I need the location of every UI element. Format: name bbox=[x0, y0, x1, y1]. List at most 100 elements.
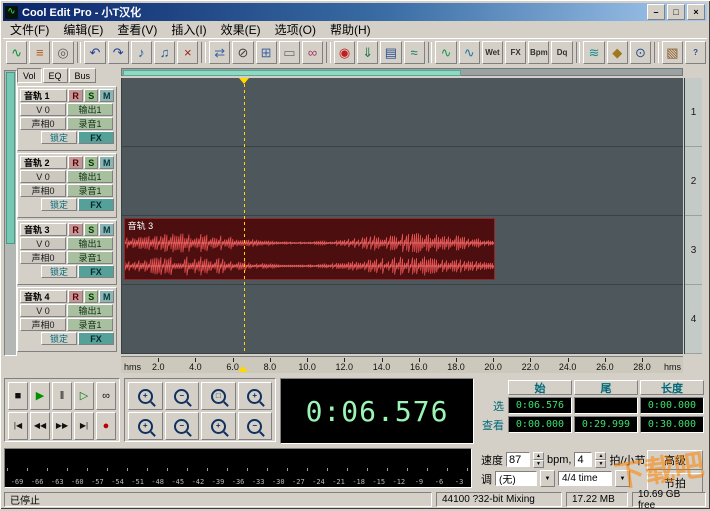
key-select[interactable]: (无) bbox=[495, 471, 537, 486]
go-to-start-button[interactable]: |◀ bbox=[8, 412, 28, 440]
pan-envelope-button[interactable]: ∿ bbox=[458, 40, 480, 64]
tab-vol[interactable]: Vol bbox=[17, 68, 42, 83]
fx-rack-button[interactable]: FX bbox=[505, 40, 527, 64]
horizontal-range-handle[interactable] bbox=[123, 70, 461, 76]
zoom-out-horizontal-button[interactable]: − bbox=[164, 382, 199, 410]
zoom-in-vertical-button[interactable]: + bbox=[237, 382, 272, 410]
tempo-up-button[interactable]: ▲ bbox=[533, 452, 544, 460]
beats-down-button[interactable]: ▼ bbox=[595, 460, 607, 468]
track-fx-button[interactable]: FX bbox=[78, 198, 114, 211]
solo-button[interactable]: S bbox=[83, 290, 99, 303]
punch-in-button[interactable]: ◉ bbox=[333, 40, 356, 64]
beats-per-bar-input[interactable]: 4 bbox=[574, 452, 593, 467]
rewind-button[interactable]: ◀◀ bbox=[30, 412, 50, 440]
mute-button[interactable]: M bbox=[99, 223, 114, 236]
track-lock-button[interactable]: 锁定 bbox=[41, 131, 77, 144]
record-arm-button[interactable]: R bbox=[68, 89, 83, 102]
track-name-button[interactable]: 音轨 1 bbox=[20, 89, 68, 102]
help-button[interactable]: ? bbox=[684, 40, 707, 64]
menu-item-4[interactable]: 插入(I) bbox=[164, 20, 213, 39]
zoom-to-selection-button[interactable]: + bbox=[128, 412, 163, 440]
block-properties-button[interactable]: ▭ bbox=[278, 40, 300, 64]
menu-item-2[interactable]: 编辑(E) bbox=[56, 20, 110, 39]
zoom-out-vertical-button[interactable]: − bbox=[237, 412, 272, 440]
track-record-device-button[interactable]: 录音1 bbox=[67, 117, 113, 130]
session-clock-button[interactable]: ⊙ bbox=[629, 40, 652, 64]
track-pan-button[interactable]: 声相0 bbox=[20, 318, 66, 331]
volume-envelope-button[interactable]: ∿ bbox=[435, 40, 457, 64]
zoom-selection-left-button[interactable]: − bbox=[164, 412, 199, 440]
menu-item-6[interactable]: 选项(O) bbox=[268, 20, 323, 39]
track-volume-button[interactable]: V 0 bbox=[20, 304, 66, 317]
track-name-button[interactable]: 音轨 3 bbox=[20, 223, 68, 236]
cd-project-view-button[interactable]: ◎ bbox=[52, 40, 74, 64]
convert-sample-type-button[interactable]: ⇄ bbox=[209, 40, 231, 64]
track-volume-button[interactable]: V 0 bbox=[20, 103, 66, 116]
mute-button[interactable]: M bbox=[99, 89, 114, 102]
audio-clip[interactable]: 音轨 3 bbox=[123, 218, 496, 280]
minimize-button[interactable]: – bbox=[647, 4, 665, 20]
undo-button[interactable]: ↶ bbox=[84, 40, 106, 64]
tempo-down-button[interactable]: ▼ bbox=[533, 460, 544, 468]
advanced-button[interactable]: 高级 bbox=[647, 450, 703, 470]
go-to-end-button[interactable]: ▶| bbox=[74, 412, 94, 440]
fast-forward-button[interactable]: ▶▶ bbox=[52, 412, 72, 440]
menu-item-7[interactable]: 帮助(H) bbox=[323, 20, 378, 39]
tab-bus[interactable]: Bus bbox=[68, 68, 97, 83]
mix-down-button[interactable]: ⇓ bbox=[357, 40, 379, 64]
close-button[interactable]: × bbox=[687, 4, 705, 20]
bpm-tool-button[interactable]: Bpm bbox=[528, 40, 550, 64]
track-pan-button[interactable]: 声相0 bbox=[20, 117, 66, 130]
play-to-end-button[interactable]: ▷ bbox=[74, 382, 94, 410]
track-output-button[interactable]: 输出1 bbox=[67, 304, 113, 317]
track-output-button[interactable]: 输出1 bbox=[67, 103, 113, 116]
pause-button[interactable]: ‖ bbox=[52, 382, 72, 410]
solo-button[interactable]: S bbox=[83, 223, 99, 236]
timeline-ruler[interactable]: hms hms 2.0 4.0 6.0 8.0 10.0 12.0 14.0 16.0 18.0 20… bbox=[121, 356, 683, 373]
track-lock-button[interactable]: 锁定 bbox=[41, 198, 77, 211]
play-button[interactable]: ▶ bbox=[30, 382, 50, 410]
beats-up-button[interactable]: ▲ bbox=[595, 452, 607, 460]
menu-item-1[interactable]: 文件(F) bbox=[3, 20, 56, 39]
timesig-dropdown-arrow-icon[interactable]: ▼ bbox=[615, 470, 630, 487]
insert-wave-button[interactable]: ♪ bbox=[130, 40, 152, 64]
mixer-window-button[interactable]: ▤ bbox=[380, 40, 402, 64]
track-name-button[interactable]: 音轨 4 bbox=[20, 290, 68, 303]
tab-eq[interactable]: EQ bbox=[42, 68, 68, 83]
track-lane-1[interactable] bbox=[122, 78, 683, 147]
zoom-in-horizontal-button[interactable]: + bbox=[128, 382, 163, 410]
cue-list-button[interactable]: ◆ bbox=[606, 40, 628, 64]
track-fx-button[interactable]: FX bbox=[78, 332, 114, 345]
track-lane-3[interactable]: 音轨 3 bbox=[122, 216, 683, 285]
multitrack-view-button[interactable]: ≡ bbox=[29, 40, 51, 64]
track-volume-button[interactable]: V 0 bbox=[20, 237, 66, 250]
solo-button[interactable]: S bbox=[83, 89, 99, 102]
solo-button[interactable]: S bbox=[83, 156, 99, 169]
delete-block-button[interactable]: × bbox=[177, 40, 199, 64]
organizer-button[interactable]: ▧ bbox=[661, 40, 683, 64]
wet-dry-mix-button[interactable]: Wet bbox=[481, 40, 504, 64]
mute-button[interactable]: M bbox=[99, 156, 114, 169]
mute-button[interactable]: M bbox=[99, 290, 114, 303]
track-lane-2[interactable] bbox=[122, 147, 683, 216]
record-arm-button[interactable]: R bbox=[68, 223, 83, 236]
edit-waveform-view-button[interactable]: ∿ bbox=[6, 40, 28, 64]
horizontal-range-bar[interactable] bbox=[121, 68, 683, 76]
zoom-selection-right-button[interactable]: + bbox=[201, 412, 236, 440]
track-record-device-button[interactable]: 录音1 bbox=[67, 184, 113, 197]
track-record-device-button[interactable]: 录音1 bbox=[67, 318, 113, 331]
track-lane-4[interactable] bbox=[122, 285, 683, 354]
quantize-button[interactable]: Dq bbox=[551, 40, 573, 64]
record-arm-button[interactable]: R bbox=[68, 156, 83, 169]
track-output-button[interactable]: 输出1 bbox=[67, 237, 113, 250]
track-pan-button[interactable]: 声相0 bbox=[20, 251, 66, 264]
time-signature-select[interactable]: 4/4 time bbox=[558, 471, 612, 486]
tempo-value-input[interactable]: 87 bbox=[506, 452, 530, 467]
split-block-button[interactable]: ⊘ bbox=[232, 40, 254, 64]
level-meter[interactable]: -69 -66 -63 -60 -57 -54 -51 -48 -45 -42 -39 -36 -33-… bbox=[4, 448, 472, 488]
maximize-button[interactable]: □ bbox=[667, 4, 685, 20]
zoom-full-button[interactable]: □ bbox=[201, 382, 236, 410]
stop-button[interactable]: ■ bbox=[8, 382, 28, 410]
track-eq-button[interactable]: ≈ bbox=[403, 40, 425, 64]
track-output-button[interactable]: 输出1 bbox=[67, 170, 113, 183]
